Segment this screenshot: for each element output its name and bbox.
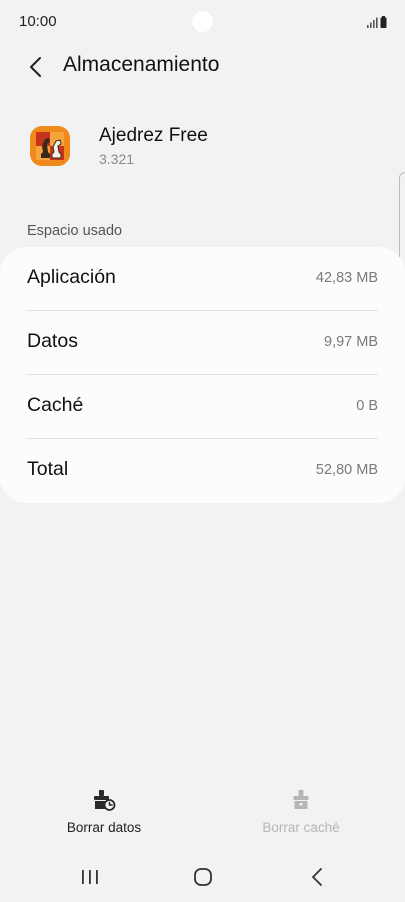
home-icon <box>194 868 212 886</box>
back-icon <box>312 868 322 886</box>
bottom-actions: Borrar datos Borrar caché <box>0 780 405 842</box>
row-label: Datos <box>27 330 78 352</box>
row-value: 9,97 MB <box>324 334 378 350</box>
row-value: 52,80 MB <box>315 462 378 478</box>
clear-cache-label: Borrar caché <box>262 820 340 835</box>
recents-icon <box>82 870 98 884</box>
storage-card: Aplicación 42,83 MB Datos 9,97 MB Caché … <box>0 247 405 503</box>
row-label: Caché <box>27 394 84 416</box>
app-info: Ajedrez Free 3.321 <box>0 118 405 178</box>
home-button[interactable] <box>188 862 218 892</box>
nav-back-button[interactable] <box>302 862 332 892</box>
status-time: 10:00 <box>19 13 57 30</box>
back-button[interactable] <box>20 52 50 82</box>
app-name: Ajedrez Free <box>99 125 208 146</box>
section-label: Espacio usado <box>27 223 123 239</box>
clear-cache-button[interactable]: Borrar caché <box>231 780 371 842</box>
storage-row-data: Datos 9,97 MB <box>0 311 405 375</box>
storage-row-cache: Caché 0 B <box>0 375 405 439</box>
app-bar: Almacenamiento <box>0 44 405 88</box>
camera-cutout <box>192 11 213 32</box>
clear-data-icon <box>94 790 116 811</box>
chevron-left-icon <box>30 57 41 77</box>
status-icons <box>366 15 388 29</box>
clear-data-label: Borrar datos <box>66 820 142 835</box>
status-bar: 10:00 <box>0 0 405 44</box>
page-title: Almacenamiento <box>63 53 220 76</box>
recents-button[interactable] <box>75 862 105 892</box>
navigation-bar <box>0 854 405 902</box>
clear-cache-icon <box>293 790 309 809</box>
storage-row-total: Total 52,80 MB <box>0 439 405 503</box>
chess-app-icon <box>30 126 70 166</box>
row-value: 42,83 MB <box>315 270 378 286</box>
signal-icon <box>367 16 387 28</box>
row-label: Total <box>27 458 69 480</box>
clear-data-button[interactable]: Borrar datos <box>34 780 174 842</box>
row-value: 0 B <box>356 398 378 414</box>
app-version: 3.321 <box>99 151 135 167</box>
row-label: Aplicación <box>27 266 116 288</box>
storage-row-app: Aplicación 42,83 MB <box>0 247 405 311</box>
